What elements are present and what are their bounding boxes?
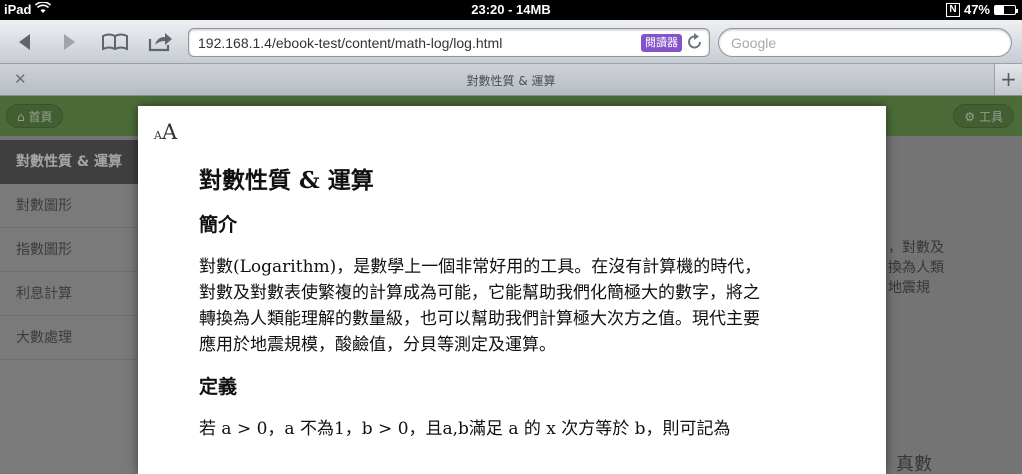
battery-percent: 47% xyxy=(963,2,990,17)
font-size-big-glyph: A xyxy=(161,120,178,144)
paragraph-line: 應用於地震規模，酸鹼值，分貝等測定及運算。 xyxy=(199,335,556,355)
bookmarks-button[interactable] xyxy=(100,28,130,56)
notification-n-icon: N xyxy=(945,2,960,17)
section-heading-intro: 簡介 xyxy=(199,214,238,236)
status-center-text: 23:20 - 14MB xyxy=(471,2,551,17)
article-title: 對數性質 & 運算 xyxy=(199,167,374,194)
share-icon xyxy=(148,33,172,52)
battery-fill xyxy=(995,5,1005,14)
font-size-button[interactable]: AA xyxy=(154,120,177,144)
battery-icon xyxy=(994,4,1018,15)
tab-bar: ✕ 對數性質 & 運算 + xyxy=(0,64,1022,96)
section-heading-definition: 定義 xyxy=(199,376,238,398)
tab-title[interactable]: 對數性質 & 運算 xyxy=(0,72,1022,89)
intro-paragraph: 對數(Logarithm)，是數學上一個非常好用的工具。在沒有計算機的時代， 對… xyxy=(199,254,831,358)
share-button[interactable] xyxy=(146,28,174,56)
search-placeholder: Google xyxy=(731,35,777,51)
font-size-small-glyph: A xyxy=(154,129,162,142)
definition-paragraph: 若 a > 0，a 不為1，b > 0，且a,b滿足 a 的 x 次方等於 b，… xyxy=(199,419,731,439)
back-button[interactable] xyxy=(12,28,38,56)
paragraph-line: 對數及對數表使繁複的計算成為可能，它能幫助我們化簡極大的數字，將之 xyxy=(199,283,760,303)
forward-arrow-icon xyxy=(64,34,75,50)
paragraph-line: 轉換為人類能理解的數量級，也可以幫助我們計算極大次方之值。現代主要 xyxy=(199,309,760,329)
url-bar[interactable]: 192.168.1.4/ebook-test/content/math-log/… xyxy=(188,28,710,57)
search-field[interactable]: Google xyxy=(718,28,1012,57)
back-arrow-icon xyxy=(19,34,30,50)
book-icon xyxy=(102,33,128,51)
url-text: 192.168.1.4/ebook-test/content/math-log/… xyxy=(198,35,503,51)
reload-icon[interactable] xyxy=(687,33,703,55)
reader-button[interactable]: 閱讀器 xyxy=(641,34,682,52)
new-tab-button[interactable]: + xyxy=(994,64,1022,95)
forward-button[interactable] xyxy=(56,28,82,56)
reader-panel: AA 對數性質 & 運算 簡介 對數(Logarithm)，是數學上一個非常好用… xyxy=(138,106,886,474)
reader-article: 對數性質 & 運算 簡介 對數(Logarithm)，是數學上一個非常好用的工具… xyxy=(199,166,839,458)
status-bar: iPad 23:20 - 14MB N 47% xyxy=(0,0,1022,20)
paragraph-line: 對數(Logarithm)，是數學上一個非常好用的工具。在沒有計算機的時代， xyxy=(199,257,762,277)
browser-toolbar: 192.168.1.4/ebook-test/content/math-log/… xyxy=(0,20,1022,64)
